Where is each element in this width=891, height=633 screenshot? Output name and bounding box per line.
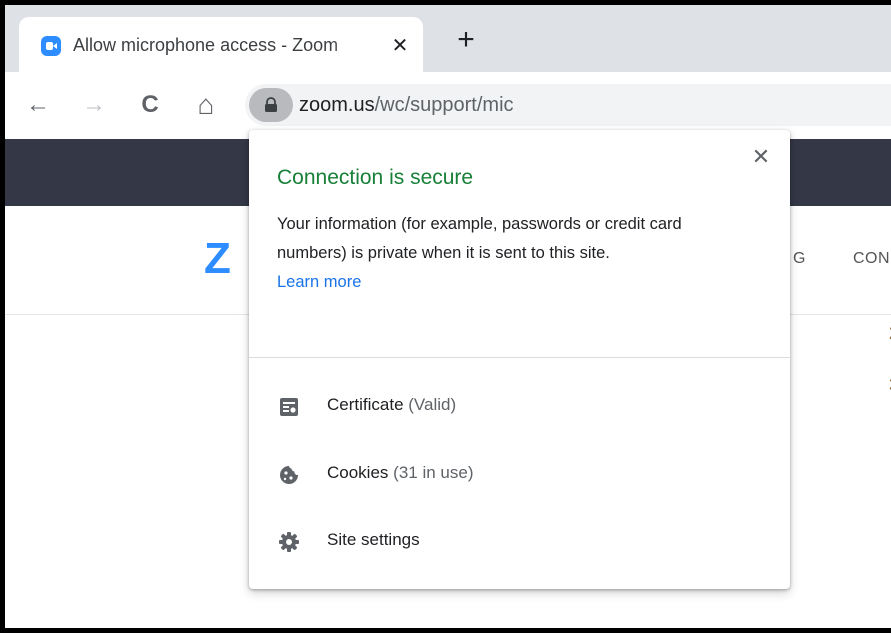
site-info-button[interactable] (249, 88, 293, 122)
page-nav-item[interactable]: G (793, 250, 806, 268)
cookies-label-text: Cookies (327, 463, 389, 482)
cookie-icon (280, 466, 298, 484)
new-tab-button[interactable]: + (451, 25, 481, 55)
site-settings-item[interactable]: Site settings (249, 516, 790, 568)
browser-window: Allow microphone access - Zoom ✕ + ← → C… (0, 0, 891, 633)
certificate-label-text: Certificate (327, 395, 404, 414)
forward-arrow-icon[interactable]: → (79, 90, 109, 120)
url-host: zoom.us (299, 94, 375, 116)
tab-close-icon[interactable]: ✕ (388, 34, 412, 58)
learn-more-link[interactable]: Learn more (277, 268, 747, 297)
cookies-count: (31 in use) (393, 463, 474, 482)
popup-title: Connection is secure (277, 166, 474, 189)
cookies-item[interactable]: Cookies (31 in use) (249, 449, 790, 501)
certificate-status: (Valid) (408, 395, 457, 414)
tab-active[interactable]: Allow microphone access - Zoom ✕ (19, 17, 423, 72)
tab-strip: Allow microphone access - Zoom ✕ + (5, 5, 891, 72)
lock-icon (265, 97, 277, 112)
popup-close-icon[interactable]: ✕ (750, 146, 772, 168)
url-path: /wc/support/mic (374, 94, 514, 116)
url-text[interactable]: zoom.us/wc/support/mic (299, 92, 514, 118)
site-settings-label: Site settings (327, 530, 420, 549)
zoom-favicon-icon (41, 36, 61, 56)
popup-body-text: Your information (for example, passwords… (277, 215, 682, 262)
certificate-label: Certificate (Valid) (327, 395, 456, 415)
back-arrow-icon[interactable]: ← (23, 90, 53, 120)
address-bar[interactable]: zoom.us/wc/support/mic (245, 84, 891, 126)
cookies-label: Cookies (31 in use) (327, 463, 473, 483)
home-icon[interactable]: ⌂ (191, 90, 221, 120)
gear-icon (279, 532, 299, 552)
site-info-popup: ✕ Connection is secure Your information … (249, 130, 790, 589)
popup-body: Your information (for example, passwords… (277, 210, 747, 297)
certificate-item[interactable]: Certificate (Valid) (249, 381, 790, 433)
tab-title: Allow microphone access - Zoom (73, 35, 339, 55)
reload-icon[interactable]: C (135, 90, 165, 120)
page-nav-item[interactable]: CON (853, 250, 890, 268)
popup-divider (249, 357, 790, 358)
zoom-logo[interactable]: Z (204, 234, 231, 284)
certificate-icon (280, 398, 298, 416)
